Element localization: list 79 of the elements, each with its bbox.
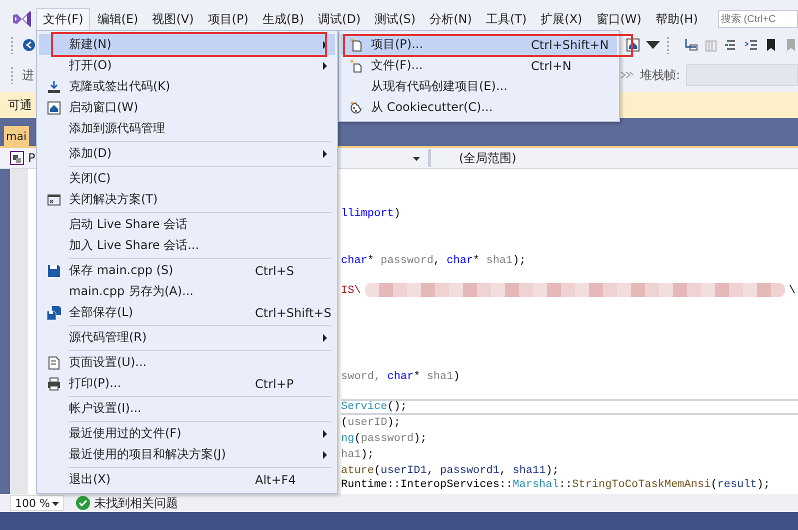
menu-item[interactable]: 加入 Live Share 会话...	[39, 235, 335, 256]
code-line: ature(userID1, password1, sha11);	[341, 464, 560, 479]
menu-item[interactable]: 窗口(W)	[589, 8, 648, 30]
code-line: (userID);	[341, 416, 402, 431]
indent-icon	[724, 38, 738, 52]
menu-item[interactable]: 克隆或签出代码(K)	[39, 76, 335, 97]
menu-item[interactable]: 添加(D)	[39, 143, 335, 164]
submenu-arrow-icon	[323, 450, 327, 458]
stack-frame-field[interactable]	[686, 64, 798, 86]
field-label: 堆栈帧:	[640, 66, 680, 84]
submenu-arrow-icon	[323, 430, 327, 438]
menu-item[interactable]: 扩展(X)	[534, 8, 590, 30]
info-text: 可通	[8, 96, 32, 114]
menu-item[interactable]: 启动 Live Share 会话	[39, 214, 335, 235]
bookmark-icon	[764, 38, 778, 52]
columns-icon	[704, 38, 718, 52]
code-line: ha1);	[341, 448, 376, 463]
menu-item[interactable]: 全部保存(L) Ctrl+Shift+S	[39, 302, 335, 323]
status-text: 未找到相关问题	[94, 494, 178, 512]
class-icon	[10, 151, 24, 165]
page-icon	[47, 356, 61, 370]
comment-icon	[744, 38, 758, 52]
toolbar-label: 进	[22, 66, 34, 84]
menu-item[interactable]: 测试(S)	[368, 8, 423, 30]
floppy-disks-icon	[47, 306, 61, 320]
new-page-icon	[349, 38, 363, 52]
menu-item[interactable]: main.cpp 另存为(A)...	[39, 281, 335, 302]
submenu-arrow-icon	[323, 150, 327, 158]
menu-item[interactable]: 帐户设置(I)...	[39, 398, 335, 419]
printer-icon	[47, 376, 61, 390]
menu-item[interactable]: 页面设置(U)...	[39, 352, 335, 373]
code-line: llimport)	[341, 207, 402, 222]
check-icon	[76, 496, 90, 510]
menu-item[interactable]: 文件(F)... Ctrl+N	[341, 55, 617, 76]
code-line: ng(password);	[341, 432, 428, 447]
menu-item[interactable]: 新建(N)	[39, 34, 335, 55]
menu-item[interactable]: 最近使用过的文件(F)	[39, 423, 335, 444]
new-page-icon	[349, 58, 363, 72]
menu-item[interactable]: 项目(P)	[200, 8, 256, 30]
submenu-arrow-icon	[323, 334, 327, 342]
menu-item[interactable]: 文件(F)	[36, 8, 90, 30]
menu-item[interactable]: 编辑(E)	[90, 8, 146, 30]
menu-item[interactable]: 视图(V)	[145, 8, 201, 30]
scope-dropdown[interactable]: (全局范围)	[459, 150, 516, 166]
menu-item[interactable]: 工具(T)	[478, 8, 534, 30]
dropdown-caret-icon[interactable]	[413, 156, 420, 160]
code-line: Runtime::InteropServices::Marshal::StringToCoTaskMemAnsi(result);	[341, 478, 772, 493]
code-line: sword, char* sha1)	[341, 370, 461, 385]
code-line: char* password, char* sha1);	[341, 254, 527, 269]
download-icon	[47, 80, 61, 94]
menu-item[interactable]: 最近使用的项目和解决方案(J)	[39, 444, 335, 465]
menu-item[interactable]: 打印(P)... Ctrl+P	[39, 373, 335, 394]
menu-item[interactable]: 关闭解决方案(T)	[39, 189, 335, 210]
menu-item[interactable]: 从现有代码创建项目(E)...	[341, 76, 617, 97]
home-window-icon	[47, 100, 61, 114]
code-line: IS\ \	[341, 283, 796, 299]
menu-item[interactable]: 项目(P)... Ctrl+Shift+N	[341, 34, 617, 55]
menu-item[interactable]: 帮助(H)	[648, 8, 705, 30]
search-field[interactable]: 搜索 (Ctrl+C	[718, 10, 798, 28]
menu-item[interactable]: 添加到源代码管理	[39, 118, 335, 139]
menu-item[interactable]: 打开(O)	[39, 55, 335, 76]
submenu-arrow-icon	[323, 62, 327, 70]
zoom-dropdown[interactable]: 100 %	[10, 495, 64, 511]
bookmark-icon	[784, 38, 798, 52]
menu-item[interactable]: 生成(B)	[255, 8, 312, 30]
editor-tab[interactable]: mai	[4, 126, 29, 146]
menu-item[interactable]: 调试(D)	[311, 8, 368, 30]
menu-item[interactable]: 关闭(C)	[39, 168, 335, 189]
logo-icon	[12, 10, 32, 28]
dropdown-caret-icon[interactable]	[52, 502, 59, 506]
submenu-arrow-icon	[323, 40, 327, 48]
menu-item[interactable]: 源代码管理(R)	[39, 327, 335, 348]
window-close-icon	[47, 192, 61, 206]
menu-item[interactable]: 从 Cookiecutter(C)...	[341, 97, 617, 118]
menu-item[interactable]: 保存 main.cpp (S) Ctrl+S	[39, 260, 335, 281]
menu-item[interactable]: 分析(N)	[422, 8, 479, 30]
menu-item[interactable]: 退出(X) Alt+F4	[39, 469, 335, 490]
menu-item[interactable]: 启动窗口(W)	[39, 97, 335, 118]
code-line: Service();	[341, 399, 798, 415]
